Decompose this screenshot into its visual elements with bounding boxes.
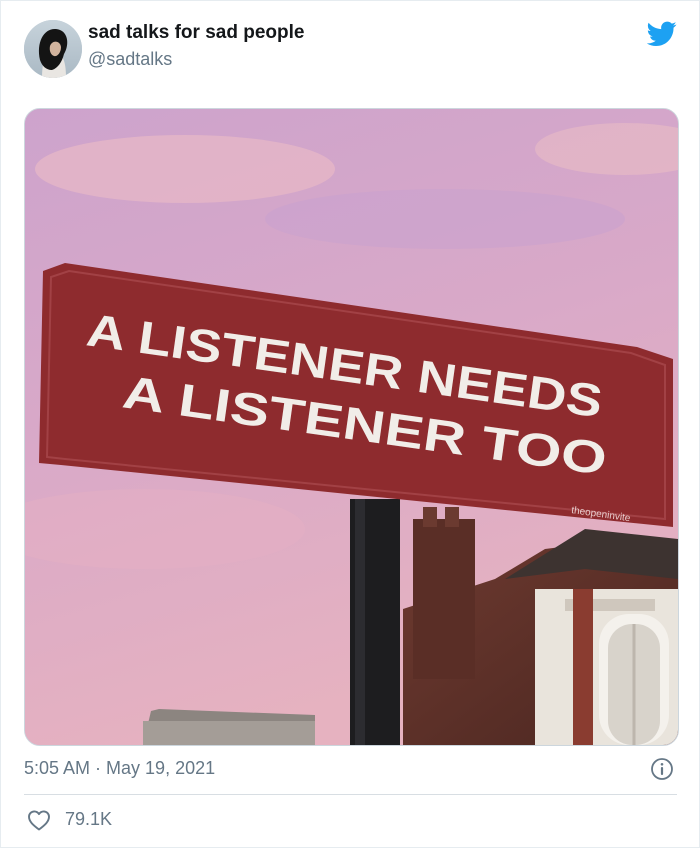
photo-listener-sign: A LISTENER NEEDS A LISTENER TOO theopeni… [25,109,678,745]
tweet-photo[interactable]: A LISTENER NEEDS A LISTENER TOO theopeni… [24,108,679,746]
twitter-bird-icon[interactable] [647,20,677,48]
tweet-timestamp[interactable]: 5:05 AM · May 19, 2021 [24,758,215,779]
like-count[interactable]: 79.1K [65,809,112,830]
divider [24,794,677,795]
tweet-card: sad talks for sad people @sadtalks A LIS… [0,0,700,848]
heart-icon[interactable] [27,809,51,831]
person-avatar-icon [24,20,82,78]
avatar[interactable] [24,20,82,78]
display-name[interactable]: sad talks for sad people [88,22,304,44]
info-icon[interactable] [650,757,674,781]
user-handle[interactable]: @sadtalks [88,49,172,70]
